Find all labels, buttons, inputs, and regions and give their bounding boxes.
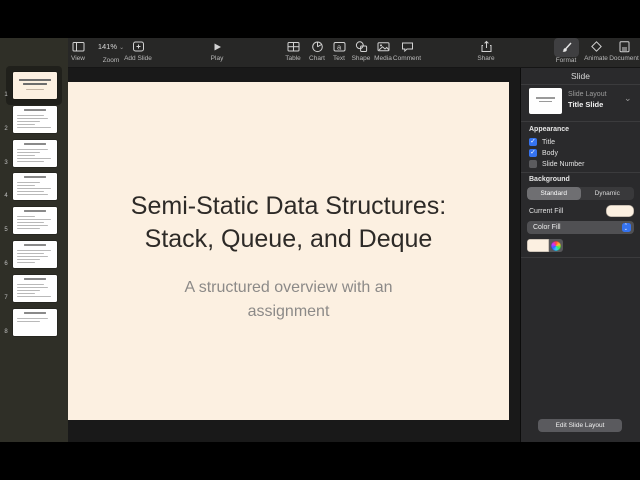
slide-layout-value: Title Slide (568, 100, 604, 109)
play-icon (211, 38, 223, 55)
slide-thumbnail[interactable] (13, 241, 57, 268)
color-fill-dropdown[interactable]: Color Fill (527, 221, 634, 234)
slide-number: 5 (4, 227, 8, 233)
toolbar: View 141% ⌄ Zoom Add Slide Play Table Ch… (0, 38, 640, 68)
slide-subtitle[interactable]: A structured overview with an assignment (68, 276, 509, 324)
slide-thumbnail[interactable] (13, 72, 57, 99)
slide-layout-label: Slide Layout (568, 91, 607, 98)
slide-number: 7 (4, 295, 8, 301)
checkbox-row-title[interactable]: Title (529, 137, 555, 147)
share-button[interactable]: Share (469, 38, 503, 68)
color-wheel-icon[interactable] (551, 240, 561, 251)
table-label: Table (285, 55, 301, 62)
screenshot-root: View 141% ⌄ Zoom Add Slide Play Table Ch… (0, 0, 640, 480)
slide-number-checkbox-label: Slide Number (542, 160, 585, 168)
diamond-icon (590, 38, 603, 55)
svg-text:a: a (337, 42, 342, 51)
play-label: Play (210, 55, 224, 62)
slide-thumbnail[interactable] (13, 207, 57, 234)
paintbrush-icon (553, 38, 579, 57)
stepper-icon (622, 223, 631, 232)
slide-number: 6 (4, 261, 8, 267)
document-button[interactable]: Document (605, 38, 640, 68)
current-fill-swatch[interactable] (606, 205, 634, 217)
comment-button[interactable]: Comment (387, 38, 427, 68)
segment-standard[interactable]: Standard (527, 187, 581, 200)
appearance-heading: Appearance (529, 126, 570, 133)
slide-canvas: Semi-Static Data Structures: Stack, Queu… (68, 68, 520, 442)
play-button[interactable]: Play (202, 38, 232, 68)
view-label: View (71, 55, 85, 62)
slide-thumbnail[interactable] (13, 140, 57, 167)
comment-label: Comment (392, 55, 422, 62)
fill-color-well[interactable] (527, 239, 563, 252)
checkbox-row-slide-number[interactable]: Slide Number (529, 159, 584, 169)
slide-number: 8 (4, 329, 8, 335)
color-fill-label: Color Fill (533, 224, 561, 231)
title-checkbox[interactable] (529, 137, 537, 146)
document-icon (618, 38, 631, 55)
slide-navigator: 1 2 3 4 5 6 7 8 (0, 38, 68, 442)
segment-dynamic[interactable]: Dynamic (581, 187, 635, 200)
body-checkbox-label: Body (542, 149, 558, 157)
chevron-down-icon[interactable]: ⌄ (624, 93, 632, 104)
speech-bubble-icon (401, 38, 414, 55)
format-button[interactable]: Format (549, 38, 583, 68)
slide-number: 2 (4, 126, 8, 132)
slide-number: 3 (4, 160, 8, 166)
add-slide-button[interactable]: Add Slide (116, 38, 160, 68)
slide[interactable]: Semi-Static Data Structures: Stack, Queu… (68, 82, 509, 420)
document-label: Document (609, 55, 639, 62)
title-checkbox-label: Title (542, 138, 555, 146)
share-label: Share (477, 55, 495, 62)
edit-slide-layout-button[interactable]: Edit Slide Layout (538, 419, 622, 432)
body-checkbox[interactable] (529, 148, 537, 157)
fill-color-swatch[interactable] (527, 239, 549, 252)
checkbox-row-body[interactable]: Body (529, 148, 558, 158)
background-segmented-control: Standard Dynamic (527, 187, 634, 200)
slide-layout-thumbnail[interactable] (529, 88, 562, 114)
slide-title[interactable]: Semi-Static Data Structures: Stack, Queu… (68, 190, 509, 256)
format-inspector: Slide Slide Layout Title Slide ⌄ Appeara… (520, 68, 640, 442)
format-label: Format (555, 57, 577, 64)
share-icon (480, 38, 493, 55)
slide-thumbnail[interactable] (13, 106, 57, 133)
slide-thumbnail[interactable] (13, 173, 57, 200)
add-slide-label: Add Slide (124, 55, 152, 62)
current-fill-label: Current Fill (529, 208, 564, 215)
sidebar-icon (72, 38, 85, 55)
slide-number: 1 (4, 92, 8, 98)
background-heading: Background (529, 176, 570, 183)
slide-number-checkbox[interactable] (529, 160, 537, 168)
slide-thumbnail[interactable] (13, 275, 57, 302)
inspector-title: Slide (521, 68, 640, 85)
slide-thumbnail[interactable] (13, 309, 57, 336)
plus-slide-icon (132, 38, 145, 55)
table-icon (287, 38, 300, 55)
slide-number: 4 (4, 193, 8, 199)
